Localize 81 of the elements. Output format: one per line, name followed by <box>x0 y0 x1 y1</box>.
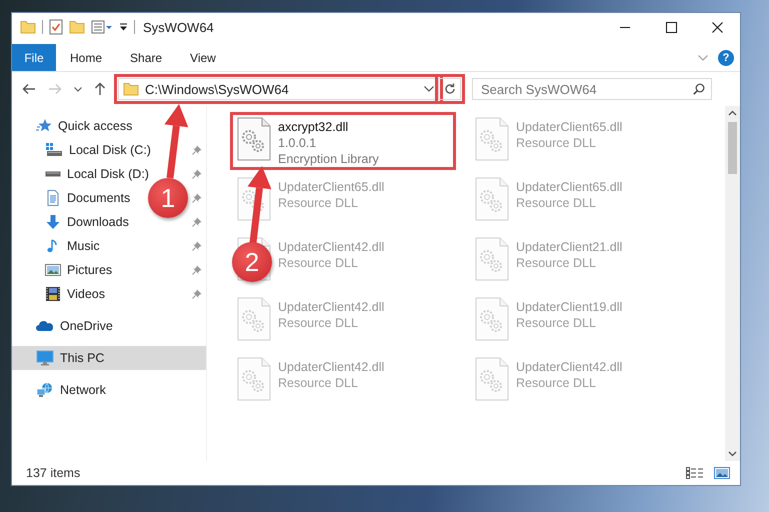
navigation-item[interactable]: Music <box>67 239 100 253</box>
dll-file-icon <box>236 117 272 161</box>
file-name: UpdaterClient42.dll <box>278 359 384 375</box>
scrollbar-thumb[interactable] <box>728 122 737 174</box>
network-icon <box>36 382 54 398</box>
help-button[interactable]: ? <box>718 50 734 66</box>
videos-icon <box>45 286 61 302</box>
pictures-icon <box>45 262 61 278</box>
navigation-item[interactable]: Quick access <box>58 119 132 133</box>
navigation-item[interactable]: This PC <box>60 351 104 365</box>
dll-file-icon <box>474 357 510 401</box>
computer-icon <box>36 350 54 366</box>
properties-icon[interactable] <box>91 20 113 34</box>
system-drive-icon <box>45 142 63 158</box>
file-detail: Resource DLL <box>278 375 359 391</box>
file-name: UpdaterClient42.dll <box>278 239 384 255</box>
file-name: UpdaterClient21.dll <box>516 239 622 255</box>
file-detail: Resource DLL <box>516 195 597 211</box>
file-detail: Resource DLL <box>278 195 359 211</box>
file-detail: Resource DLL <box>278 315 359 331</box>
dropdown-caret-icon[interactable] <box>424 86 434 92</box>
dll-file-icon <box>474 297 510 341</box>
close-icon <box>712 22 722 32</box>
up-arrow-icon[interactable] <box>94 82 106 96</box>
cloud-icon <box>36 320 54 332</box>
maximize-icon <box>666 22 676 32</box>
ribbon-tab[interactable]: View <box>176 44 230 71</box>
recent-locations-caret-icon[interactable] <box>74 86 82 92</box>
file-detail: Resource DLL <box>516 135 597 151</box>
expand-ribbon-icon[interactable] <box>698 54 708 60</box>
search-icon[interactable] <box>693 83 705 95</box>
caret-icon[interactable] <box>119 23 128 31</box>
file-name: UpdaterClient65.dll <box>516 119 622 135</box>
navigation-item[interactable]: Videos <box>67 287 105 301</box>
pin-icon[interactable] <box>192 241 202 251</box>
file-menu-tab[interactable]: File <box>12 44 56 71</box>
file-detail: Resource DLL <box>516 315 597 331</box>
file-detail: 1.0.0.1 <box>278 135 318 151</box>
dll-file-icon <box>474 237 510 281</box>
item-count: 137 items <box>26 466 80 480</box>
file-name: UpdaterClient65.dll <box>278 179 384 195</box>
dll-file-icon <box>474 177 510 221</box>
pin-icon[interactable] <box>192 193 202 203</box>
ribbon-tab[interactable]: Home <box>56 44 116 71</box>
dll-file-icon <box>474 117 510 161</box>
pin-icon[interactable] <box>192 217 202 227</box>
star-icon <box>36 118 52 134</box>
file-name: UpdaterClient42.dll <box>278 299 384 315</box>
file-name: UpdaterClient19.dll <box>516 299 622 315</box>
navigation-item[interactable]: Local Disk (D:) <box>67 167 149 181</box>
file-name: UpdaterClient42.dll <box>516 359 622 375</box>
large-icons-view-icon[interactable] <box>714 467 730 479</box>
navigation-item[interactable]: Documents <box>67 191 130 205</box>
navigation-item[interactable]: Pictures <box>67 263 112 277</box>
navigation-item[interactable]: OneDrive <box>60 319 113 333</box>
checklist-icon[interactable] <box>49 19 63 35</box>
file-name: axcrypt32.dll <box>278 119 350 135</box>
file-detail: Resource DLL <box>516 375 597 391</box>
file-detail: Encryption Library <box>278 151 379 167</box>
file-detail: Resource DLL <box>516 255 597 271</box>
pin-icon[interactable] <box>192 265 202 275</box>
refresh-icon <box>444 83 456 95</box>
details-view-icon[interactable] <box>686 467 704 479</box>
documents-icon <box>45 190 61 206</box>
file-detail: Resource DLL <box>278 255 359 271</box>
navigation-item[interactable]: Local Disk (C:) <box>69 143 151 157</box>
search-field[interactable]: Search SysWOW64 <box>472 78 712 100</box>
window-title: SysWOW64 <box>143 20 215 34</box>
file-name: UpdaterClient65.dll <box>516 179 622 195</box>
pin-icon[interactable] <box>192 289 202 299</box>
navigation-item[interactable]: Network <box>60 383 106 397</box>
downloads-icon <box>45 214 61 230</box>
dll-file-icon <box>236 357 272 401</box>
back-arrow-icon[interactable] <box>22 83 36 95</box>
drive-icon <box>45 171 61 177</box>
pin-icon[interactable] <box>192 145 202 155</box>
ribbon-tab[interactable]: Share <box>116 44 176 71</box>
pin-icon[interactable] <box>192 169 202 179</box>
navigation-item[interactable]: Downloads <box>67 215 129 229</box>
dll-file-icon <box>236 297 272 341</box>
folder-icon <box>123 82 139 96</box>
